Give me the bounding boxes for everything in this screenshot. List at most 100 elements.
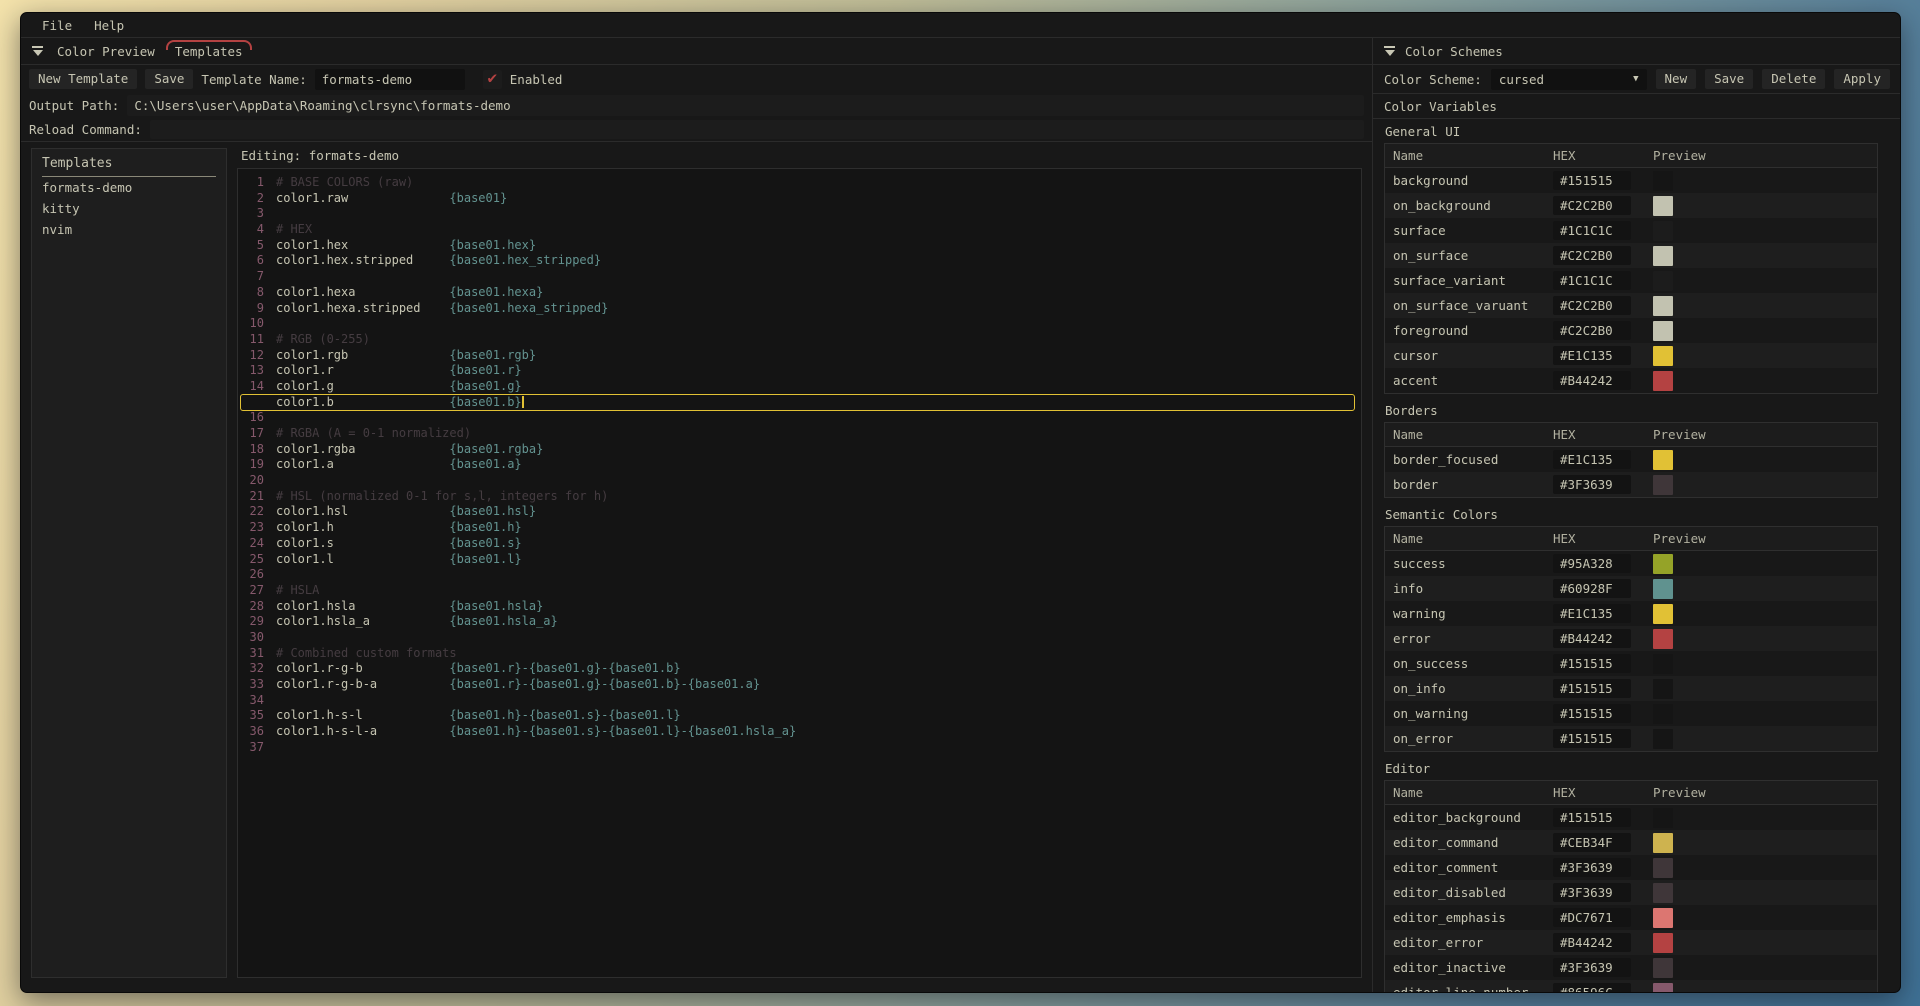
color-swatch[interactable] [1653,579,1673,599]
collapse-arrow-icon[interactable] [31,46,44,56]
editor-line: 27# HSLA [238,583,1361,599]
line-number: 8 [238,285,264,301]
hex-input[interactable]: #1C1C1C [1553,271,1631,290]
color-swatch[interactable] [1653,858,1673,878]
color-name: editor_error [1385,935,1553,950]
desktop-background: { "menu": { "file": "File", "help": "Hel… [0,0,1920,1006]
color-swatch[interactable] [1653,679,1673,699]
color-swatch[interactable] [1653,704,1673,724]
color-swatch[interactable] [1653,171,1673,191]
editor-line: 32color1.r-g-b {base01.r}-{base01.g}-{ba… [238,661,1361,677]
hex-input[interactable]: #C2C2B0 [1553,296,1631,315]
hex-input[interactable]: #151515 [1553,808,1631,827]
color-swatch[interactable] [1653,346,1673,366]
color-swatch[interactable] [1653,933,1673,953]
color-swatch[interactable] [1653,246,1673,266]
hex-input[interactable]: #3F3639 [1553,958,1631,977]
scheme-save-button[interactable]: Save [1705,69,1753,90]
tab-templates[interactable]: Templates [171,44,247,59]
editor-line: 31# Combined custom formats [238,646,1361,662]
color-swatch[interactable] [1653,629,1673,649]
line-number: 36 [238,724,264,740]
color-swatch[interactable] [1653,883,1673,903]
template-editor[interactable]: 1# BASE COLORS (raw)2color1.raw {base01}… [237,168,1362,978]
line-number: 7 [238,269,264,285]
hex-input[interactable]: #95A328 [1553,554,1631,573]
table-header-row: NameHEXPreview [1385,144,1877,168]
editor-line: 8color1.hexa {base01.hexa} [238,285,1361,301]
new-template-button[interactable]: New Template [29,69,137,90]
line-number: 17 [238,426,264,442]
column-header: HEX [1553,427,1653,442]
hex-input[interactable]: #B44242 [1553,629,1631,648]
color-swatch[interactable] [1653,654,1673,674]
hex-input[interactable]: #C2C2B0 [1553,196,1631,215]
hex-input[interactable]: #60928F [1553,579,1631,598]
hex-input[interactable]: #CEB34F [1553,833,1631,852]
color-swatch[interactable] [1653,908,1673,928]
color-swatch[interactable] [1653,554,1673,574]
table-header-row: NameHEXPreview [1385,527,1877,551]
scheme-apply-button[interactable]: Apply [1834,69,1890,90]
template-name-input[interactable]: formats-demo [315,69,465,90]
template-list-item[interactable]: nvim [32,219,226,240]
color-swatch[interactable] [1653,221,1673,241]
hex-input[interactable]: #C2C2B0 [1553,321,1631,340]
editor-line: 12color1.rgb {base01.rgb} [238,348,1361,364]
color-swatch[interactable] [1653,321,1673,341]
hex-input[interactable]: #3F3639 [1553,883,1631,902]
color-scheme-dropdown[interactable]: cursed ▼ [1491,69,1647,90]
hex-input[interactable]: #151515 [1553,171,1631,190]
color-row: background#151515 [1385,168,1877,193]
hex-input[interactable]: #B44242 [1553,371,1631,390]
color-swatch[interactable] [1653,296,1673,316]
output-path-input[interactable]: C:\Users\user\AppData\Roaming\clrsync\fo… [127,95,1364,116]
template-toolbar: New Template Save Template Name: formats… [21,65,1372,93]
tab-color-preview[interactable]: Color Preview [53,44,159,59]
hex-input[interactable]: #1C1C1C [1553,221,1631,240]
hex-input[interactable]: #E1C135 [1553,450,1631,469]
color-name: cursor [1385,348,1553,363]
hex-input[interactable]: #DC7671 [1553,908,1631,927]
hex-input[interactable]: #3F3639 [1553,858,1631,877]
menu-help[interactable]: Help [85,16,133,35]
editor-line: 18color1.rgba {base01.rgba} [238,442,1361,458]
template-list-item[interactable]: formats-demo [32,177,226,198]
hex-input[interactable]: #86596C [1553,983,1631,992]
column-header: Preview [1653,785,1877,800]
hex-input[interactable]: #151515 [1553,704,1631,723]
hex-input[interactable]: #151515 [1553,729,1631,748]
color-swatch[interactable] [1653,604,1673,624]
color-name: warning [1385,606,1553,621]
menu-file[interactable]: File [33,16,81,35]
line-number: 10 [238,316,264,332]
hex-input[interactable]: #B44242 [1553,933,1631,952]
color-swatch[interactable] [1653,450,1673,470]
enabled-checkbox[interactable]: ✔ [483,70,502,89]
save-template-button[interactable]: Save [145,69,193,90]
scheme-delete-button[interactable]: Delete [1762,69,1825,90]
color-swatch[interactable] [1653,729,1673,749]
scheme-new-button[interactable]: New [1656,69,1697,90]
editor-line: 15color1.b {base01.b} [238,395,1361,411]
hex-input[interactable]: #C2C2B0 [1553,246,1631,265]
hex-input[interactable]: #E1C135 [1553,604,1631,623]
reload-command-input[interactable] [150,120,1364,139]
template-list-item[interactable]: kitty [32,198,226,219]
column-header: Preview [1653,148,1877,163]
color-swatch[interactable] [1653,958,1673,978]
color-swatch[interactable] [1653,983,1673,993]
color-row: border#3F3639 [1385,472,1877,497]
color-swatch[interactable] [1653,833,1673,853]
hex-input[interactable]: #E1C135 [1553,346,1631,365]
hex-input[interactable]: #3F3639 [1553,475,1631,494]
hex-input[interactable]: #151515 [1553,654,1631,673]
collapse-arrow-icon[interactable] [1383,46,1396,56]
hex-input[interactable]: #151515 [1553,679,1631,698]
color-swatch[interactable] [1653,196,1673,216]
color-swatch[interactable] [1653,371,1673,391]
color-swatch[interactable] [1653,475,1673,495]
color-swatch[interactable] [1653,808,1673,828]
color-table: NameHEXPreviewbackground#151515on_backgr… [1384,143,1878,394]
color-swatch[interactable] [1653,271,1673,291]
